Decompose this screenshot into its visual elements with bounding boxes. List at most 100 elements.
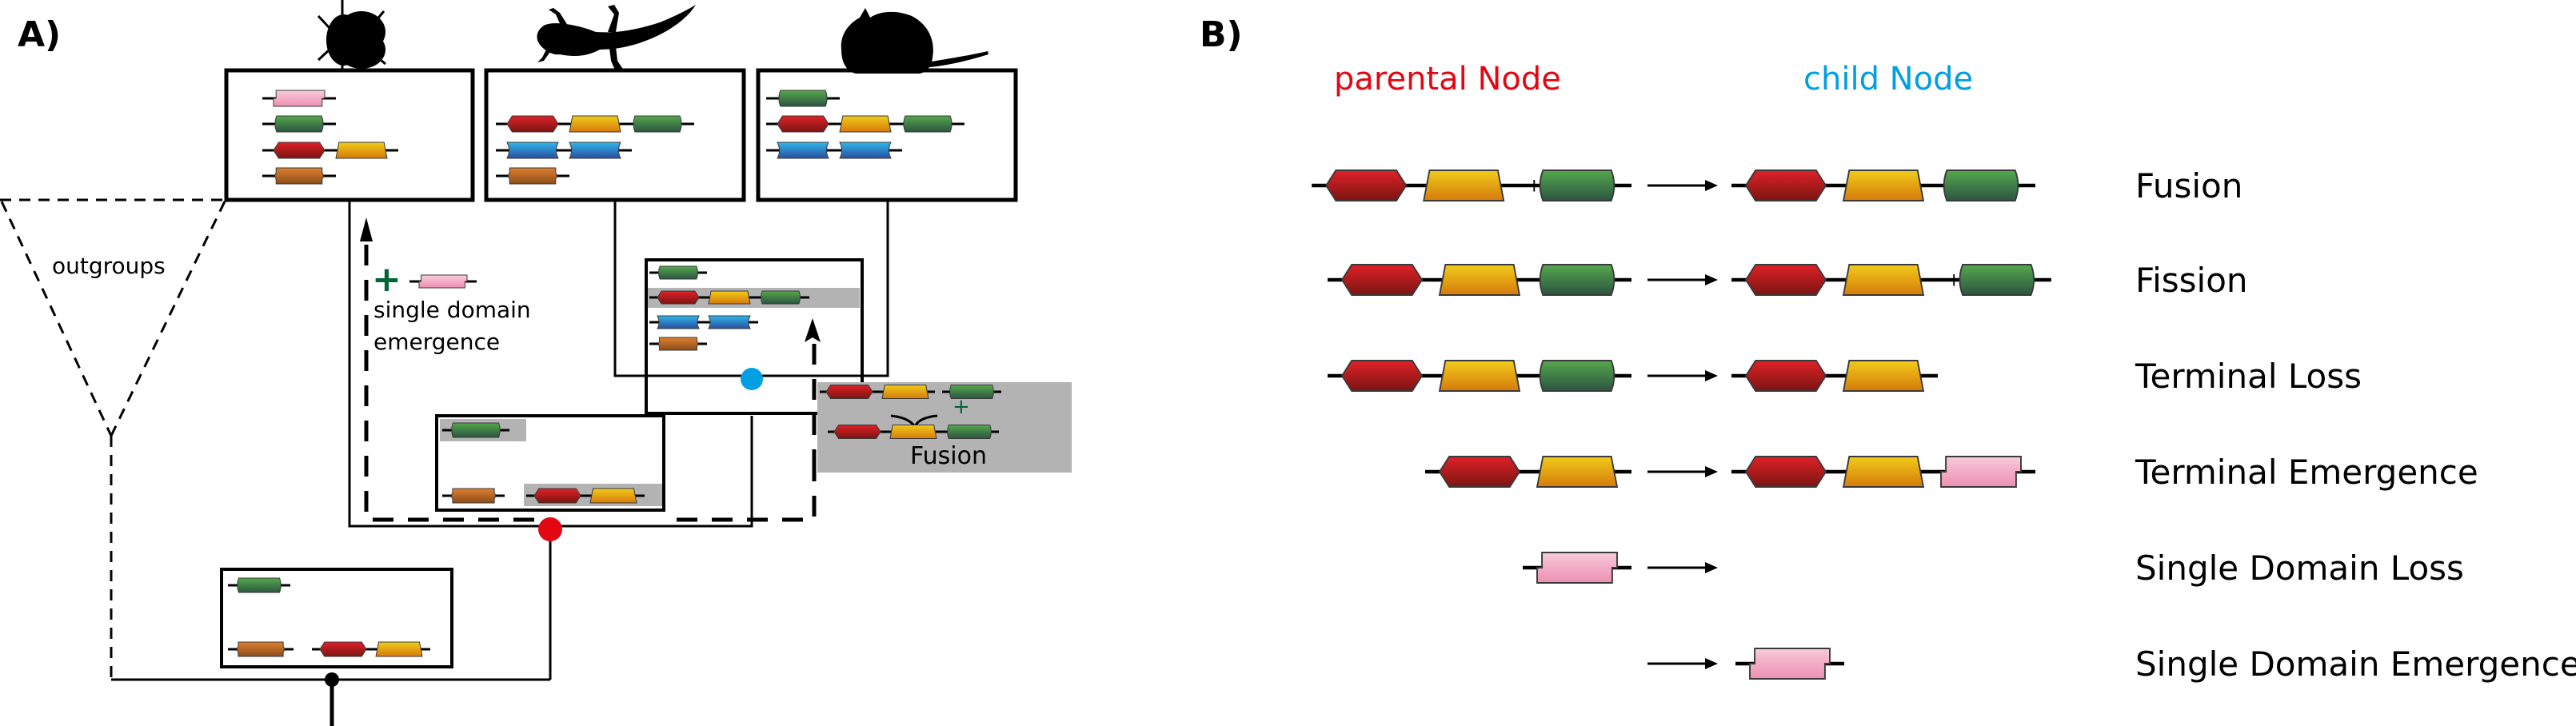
single-domain-emergence-domain	[409, 274, 477, 289]
event-row: Single Domain Loss	[1523, 548, 2464, 588]
fly-row	[262, 115, 336, 133]
green-domain	[949, 385, 994, 399]
panel-b-event-rows: + Fusion + Fission Terminal Loss Terminal Eme…	[1312, 166, 2576, 684]
event-label: Single Domain Emergence	[2135, 644, 2576, 684]
outgroups-label: outgroups	[52, 253, 166, 279]
orange-domain	[236, 641, 286, 657]
event-label: Fission	[2135, 261, 2248, 300]
yellow-domain	[708, 290, 751, 305]
green-domain	[947, 425, 992, 439]
arrow-right-icon	[1647, 370, 1718, 381]
child-architecture: +	[1731, 264, 2051, 296]
fusion-link-path	[664, 470, 817, 522]
red-domain	[1744, 170, 1827, 201]
arrow-right-icon	[1647, 180, 1718, 191]
green-domain	[451, 422, 501, 438]
ancestor-row	[649, 337, 707, 351]
yellow-domain	[1842, 264, 1925, 296]
event-row: Terminal Emergence	[1425, 453, 2478, 492]
fusion-after-row	[828, 425, 999, 439]
yellow-domain	[1438, 264, 1521, 296]
mouse-row	[766, 90, 840, 107]
yellow-domain	[589, 488, 637, 504]
yellow-domain	[375, 641, 423, 657]
child-architecture	[1735, 648, 1844, 680]
blue-domain	[657, 315, 700, 329]
red-domain	[833, 425, 881, 439]
pink-domain	[1536, 552, 1618, 584]
fly-row	[262, 167, 336, 185]
panel-a-label: A)	[18, 14, 61, 55]
figure-canvas: A) outgroups + single domain emergence +…	[0, 0, 2576, 726]
panel-b-label: B)	[1200, 14, 1243, 55]
blue-domain	[777, 142, 829, 159]
event-label: Fusion	[2135, 166, 2243, 205]
event-row: Terminal Loss	[1328, 357, 2362, 396]
tree-branches	[111, 200, 889, 726]
yellow-domain	[1842, 456, 1925, 488]
ancestor-row	[649, 265, 707, 280]
green-domain	[1539, 170, 1615, 201]
mouse-silhouette-icon	[841, 8, 988, 74]
panel-a: A) outgroups + single domain emergence +…	[0, 0, 1072, 726]
child-architecture	[1731, 360, 1938, 392]
lizard-row	[496, 142, 632, 159]
yellow-domain	[881, 385, 929, 399]
arrow-right-icon	[1647, 466, 1718, 477]
arrow-up-icon	[360, 217, 373, 241]
green-domain	[1959, 264, 2035, 296]
event-row: + Fission	[1328, 261, 2248, 300]
single-domain-emergence-line2: emergence	[373, 329, 500, 355]
child-architecture	[1731, 456, 2035, 488]
green-domain	[237, 577, 282, 593]
yellow-domain	[569, 115, 621, 133]
fly-row	[262, 142, 398, 159]
event-row: Single Domain Emergence	[1647, 644, 2576, 684]
orange-domain	[450, 488, 497, 504]
arrow-up-icon	[805, 318, 821, 342]
mouse-species-box	[756, 68, 1018, 202]
yellow-domain	[889, 425, 937, 439]
orange-domain	[657, 337, 699, 351]
parent-architecture	[1328, 264, 1631, 296]
arrow-right-icon	[1647, 562, 1718, 573]
mouse-row	[766, 142, 902, 159]
pink-domain	[273, 90, 325, 107]
arrow-right-icon	[1647, 658, 1718, 669]
child-architecture	[1731, 170, 2035, 201]
yellow-domain	[335, 142, 388, 159]
fly-species-box	[224, 68, 475, 202]
pink-domain	[1749, 648, 1831, 680]
green-domain	[658, 265, 698, 280]
red-domain	[1744, 456, 1827, 488]
red-domain	[533, 488, 581, 504]
root-row	[312, 641, 430, 657]
green-domain	[761, 290, 801, 305]
arrow-right-icon	[1647, 274, 1718, 285]
fusion-before-row	[942, 385, 1001, 399]
blue-domain	[839, 142, 892, 159]
red-domain	[1744, 264, 1827, 296]
red-domain	[1744, 360, 1827, 392]
yellow-domain	[1842, 170, 1925, 201]
parent-architecture	[1425, 456, 1631, 488]
red-domain	[1438, 456, 1521, 488]
lizard-row	[496, 115, 694, 133]
child-node-header: child Node	[1803, 61, 1973, 98]
green-domain	[778, 90, 828, 107]
orange-domain	[274, 167, 324, 185]
parent-architecture	[1328, 360, 1631, 392]
red-node-marker	[538, 517, 562, 541]
green-domain	[1539, 264, 1615, 296]
yellow-domain	[1423, 170, 1505, 201]
single-domain-emergence-line1: single domain	[373, 297, 531, 323]
event-label: Terminal Loss	[2135, 357, 2362, 396]
fly-silhouette-icon	[317, 0, 386, 72]
blue-domain	[708, 315, 751, 329]
lizard-silhouette-icon	[537, 5, 696, 72]
red-domain	[657, 290, 700, 305]
red-domain	[1325, 170, 1408, 201]
green-domain	[1539, 360, 1615, 392]
yellow-domain	[1842, 360, 1925, 392]
blue-node-marker	[741, 368, 763, 390]
